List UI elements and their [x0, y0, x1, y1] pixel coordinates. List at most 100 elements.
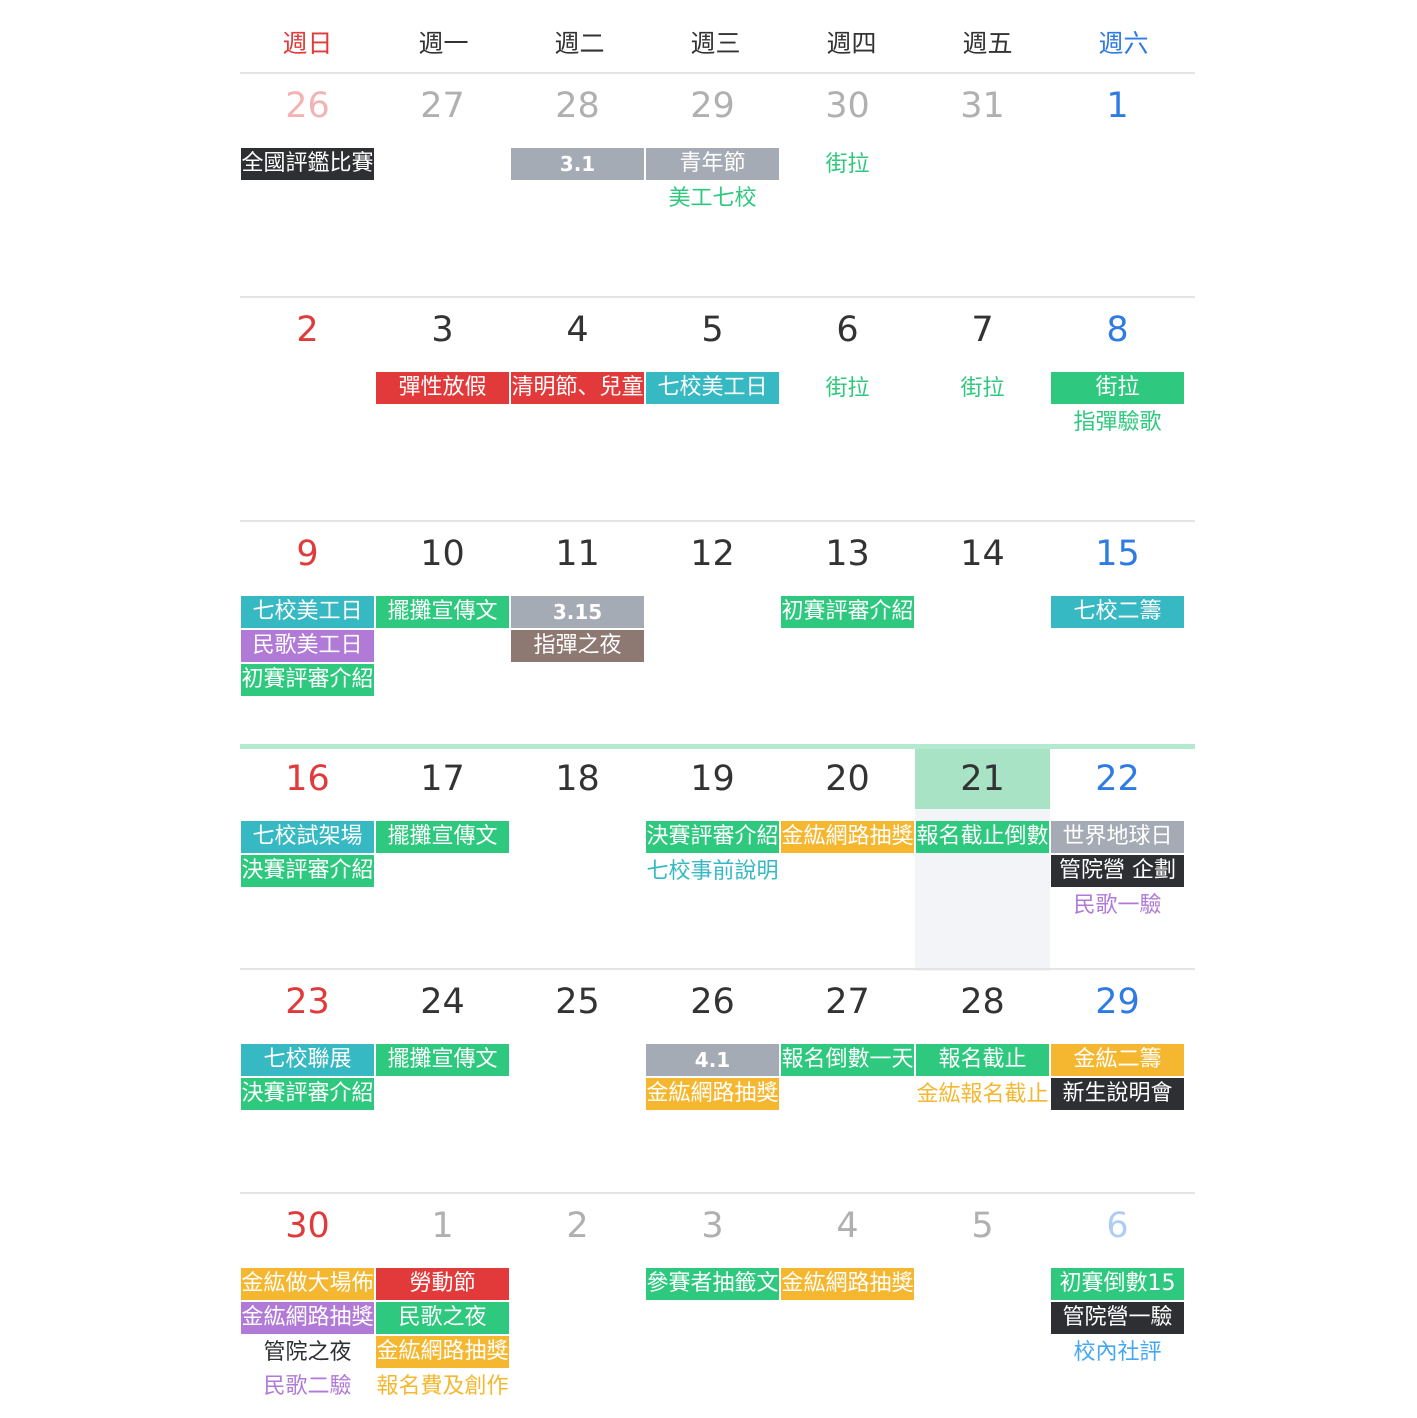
event-chip[interactable]: 街拉: [1051, 372, 1184, 404]
event-chip[interactable]: 決賽評審介紹: [241, 855, 374, 887]
event-chip[interactable]: 報名截止倒數: [916, 821, 1049, 853]
day-cell[interactable]: 5 七校美工日: [645, 298, 780, 520]
weekday-label-sun: 週日: [282, 29, 333, 58]
event-chip[interactable]: 報名截止: [916, 1044, 1049, 1076]
day-cell[interactable]: 26 全國評鑑比賽: [240, 74, 375, 296]
event-chip[interactable]: 管院營 企劃: [1051, 855, 1184, 887]
day-cell[interactable]: 17 擺攤宣傳文: [375, 749, 510, 971]
day-cell[interactable]: 7 街拉: [915, 298, 1050, 520]
event-chip[interactable]: 校內社評: [1050, 1336, 1185, 1370]
day-number: 10: [420, 534, 465, 574]
event-chip[interactable]: 世界地球日: [1051, 821, 1184, 853]
event-chip[interactable]: 初賽評審介紹: [241, 664, 374, 696]
day-cell[interactable]: 28 3.1: [510, 74, 645, 296]
event-chip[interactable]: 3.1: [511, 148, 644, 180]
event-chip[interactable]: 七校事前說明: [645, 855, 780, 889]
day-cell[interactable]: 28 報名截止 金紘報名截止: [915, 970, 1050, 1192]
day-cell[interactable]: 22 世界地球日 管院營 企劃 民歌一驗: [1050, 749, 1185, 971]
event-chip[interactable]: 金紘網路抽獎: [241, 1302, 374, 1334]
event-chip[interactable]: 金紘網路抽獎: [376, 1336, 509, 1368]
event-chip[interactable]: 金紘做大場佈: [241, 1268, 374, 1300]
day-cell[interactable]: 8 街拉 指彈驗歌: [1050, 298, 1185, 520]
day-cell[interactable]: 13 初賽評審介紹: [780, 522, 915, 744]
event-chip[interactable]: 彈性放假: [376, 372, 509, 404]
event-chip[interactable]: 管院營一驗: [1051, 1302, 1184, 1334]
event-list: 3.1: [510, 148, 645, 180]
event-chip[interactable]: 金紘網路抽獎: [781, 1268, 914, 1300]
day-cell[interactable]: 30 街拉: [780, 74, 915, 296]
event-chip[interactable]: 清明節、兒童: [511, 372, 644, 404]
event-chip[interactable]: 七校試架場: [241, 821, 374, 853]
day-number: 13: [825, 534, 870, 574]
day-cell[interactable]: 30 金紘做大場佈 金紘網路抽獎 管院之夜 民歌二驗: [240, 1194, 375, 1416]
day-cell[interactable]: 18: [510, 749, 645, 971]
day-cell[interactable]: 24 擺攤宣傳文: [375, 970, 510, 1192]
day-cell[interactable]: 2: [510, 1194, 645, 1416]
event-chip[interactable]: 指彈驗歌: [1050, 406, 1185, 440]
day-cell[interactable]: 29 金紘二籌 新生說明會: [1050, 970, 1185, 1192]
day-cell[interactable]: 1 勞動節 民歌之夜 金紘網路抽獎 報名費及創作: [375, 1194, 510, 1416]
day-cell[interactable]: 6 初賽倒數15 管院營一驗 校內社評: [1050, 1194, 1185, 1416]
event-chip[interactable]: 民歌二驗: [240, 1370, 375, 1404]
event-chip[interactable]: 金紘報名截止: [915, 1078, 1050, 1112]
day-cell-today[interactable]: 21 報名截止倒數: [915, 749, 1050, 971]
event-chip[interactable]: 民歌美工日: [241, 630, 374, 662]
event-chip[interactable]: 管院之夜: [240, 1336, 375, 1370]
event-chip[interactable]: 街拉: [780, 148, 915, 182]
day-cell[interactable]: 1: [1050, 74, 1185, 296]
event-chip[interactable]: 全國評鑑比賽: [241, 148, 374, 180]
day-cell[interactable]: 10 擺攤宣傳文: [375, 522, 510, 744]
event-chip[interactable]: 七校二籌: [1051, 596, 1184, 628]
day-cell[interactable]: 20 金紘網路抽獎: [780, 749, 915, 971]
day-cell[interactable]: 19 決賽評審介紹 七校事前說明: [645, 749, 780, 971]
event-chip[interactable]: 初賽倒數15: [1051, 1268, 1184, 1300]
event-chip[interactable]: 初賽評審介紹: [781, 596, 914, 628]
event-chip[interactable]: 金紘網路抽獎: [781, 821, 914, 853]
day-cell[interactable]: 11 3.15 指彈之夜: [510, 522, 645, 744]
day-cell[interactable]: 4 清明節、兒童: [510, 298, 645, 520]
day-cell[interactable]: 23 七校聯展 決賽評審介紹: [240, 970, 375, 1192]
event-chip[interactable]: 街拉: [780, 372, 915, 406]
event-chip[interactable]: 擺攤宣傳文: [376, 821, 509, 853]
event-chip[interactable]: 決賽評審介紹: [241, 1078, 374, 1110]
day-cell[interactable]: 27 報名倒數一天: [780, 970, 915, 1192]
weekday-label-tue: 週二: [554, 29, 605, 58]
day-cell[interactable]: 6 街拉: [780, 298, 915, 520]
day-cell[interactable]: 31: [915, 74, 1050, 296]
event-chip[interactable]: 報名倒數一天: [781, 1044, 914, 1076]
event-chip[interactable]: 金紘網路抽獎: [646, 1078, 779, 1110]
event-chip[interactable]: 金紘二籌: [1051, 1044, 1184, 1076]
event-chip[interactable]: 擺攤宣傳文: [376, 1044, 509, 1076]
event-chip[interactable]: 七校聯展: [241, 1044, 374, 1076]
event-chip[interactable]: 報名費及創作: [375, 1370, 510, 1404]
day-cell[interactable]: 25: [510, 970, 645, 1192]
event-chip[interactable]: 七校美工日: [646, 372, 779, 404]
event-chip[interactable]: 決賽評審介紹: [646, 821, 779, 853]
day-cell[interactable]: 2: [240, 298, 375, 520]
day-cell[interactable]: 9 七校美工日 民歌美工日 初賽評審介紹: [240, 522, 375, 744]
event-chip[interactable]: 民歌之夜: [376, 1302, 509, 1334]
day-cell[interactable]: 5: [915, 1194, 1050, 1416]
event-chip[interactable]: 參賽者抽籤文: [646, 1268, 779, 1300]
event-chip[interactable]: 擺攤宣傳文: [376, 596, 509, 628]
event-chip[interactable]: 勞動節: [376, 1268, 509, 1300]
day-cell[interactable]: 3 彈性放假: [375, 298, 510, 520]
day-cell[interactable]: 14: [915, 522, 1050, 744]
event-chip[interactable]: 街拉: [915, 372, 1050, 406]
day-cell[interactable]: 12: [645, 522, 780, 744]
event-chip[interactable]: 七校美工日: [241, 596, 374, 628]
event-chip[interactable]: 民歌一驗: [1050, 889, 1185, 923]
day-cell[interactable]: 27: [375, 74, 510, 296]
day-cell[interactable]: 26 4.1 金紘網路抽獎: [645, 970, 780, 1192]
day-cell[interactable]: 16 七校試架場 決賽評審介紹: [240, 749, 375, 971]
event-chip[interactable]: 新生說明會: [1051, 1078, 1184, 1110]
day-cell[interactable]: 29 青年節 美工七校: [645, 74, 780, 296]
day-cell[interactable]: 15 七校二籌: [1050, 522, 1185, 744]
day-cell[interactable]: 4 金紘網路抽獎: [780, 1194, 915, 1416]
event-chip[interactable]: 指彈之夜: [511, 630, 644, 662]
event-chip[interactable]: 4.1: [646, 1044, 779, 1076]
event-chip[interactable]: 青年節: [646, 148, 779, 180]
event-chip[interactable]: 美工七校: [645, 182, 780, 216]
event-chip[interactable]: 3.15: [511, 596, 644, 628]
day-cell[interactable]: 3 參賽者抽籤文: [645, 1194, 780, 1416]
